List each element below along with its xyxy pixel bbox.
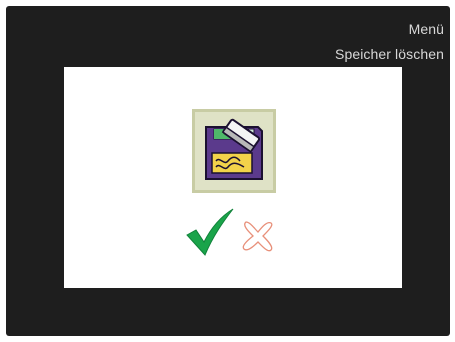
cancel-cross-icon[interactable] [238, 219, 278, 254]
erase-memory-icon [192, 109, 276, 193]
dialog-panel [64, 67, 402, 288]
display-screen: Menü Speicher löschen [6, 6, 450, 336]
confirm-check-icon[interactable] [185, 208, 235, 256]
menu-title: Menü [408, 21, 444, 37]
device-frame: Menü Speicher löschen [0, 0, 455, 342]
screen-title: Speicher löschen [335, 46, 444, 62]
